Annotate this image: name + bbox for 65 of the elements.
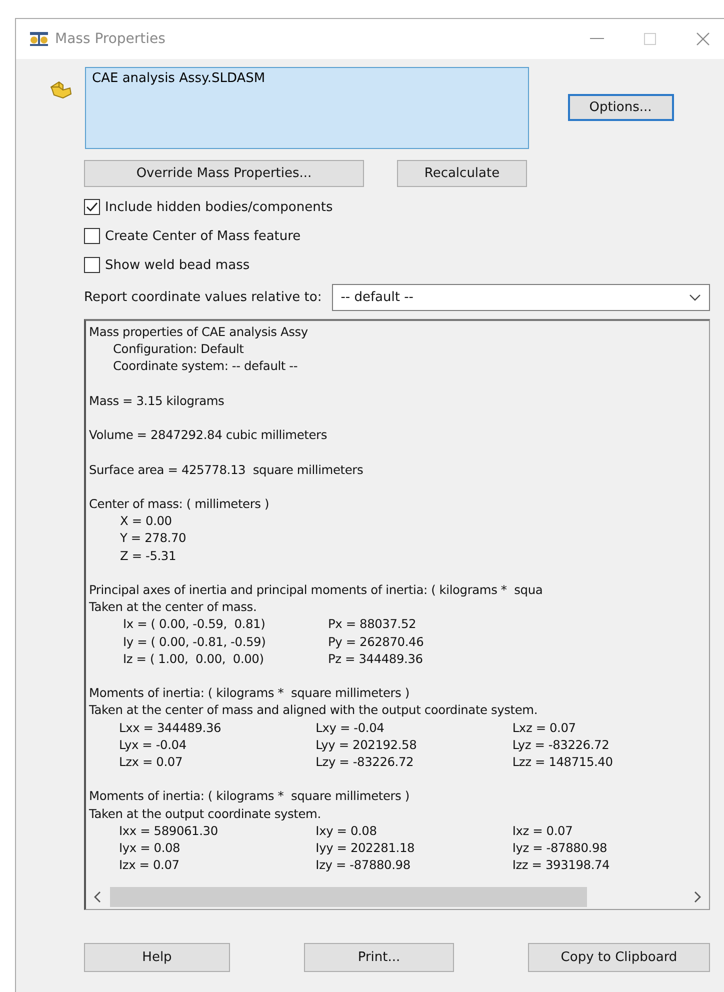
dialog-button[interactable]: Help	[84, 943, 230, 972]
report-value: Lxy = -0.04	[316, 720, 386, 737]
report-value: Izz = 393198.74	[512, 857, 611, 874]
report-value: Px = 88037.52	[328, 616, 418, 634]
report-value: Lyz = -83226.72	[512, 736, 610, 754]
override-button[interactable]: Override Mass Properties...	[84, 160, 364, 187]
report-line: Coordinate system: -- default --	[112, 358, 299, 376]
report-line: Taken at the center of mass.	[89, 599, 258, 616]
report-value: Pz = 344489.36	[328, 650, 424, 668]
report-line: Moments of inertia: ( kilograms * square millimeters )	[89, 685, 410, 702]
checkbox-label: Include hidden bodies/components	[105, 200, 333, 214]
options-button[interactable]: Options...	[568, 94, 674, 121]
dialog-button[interactable]: Copy to Clipboard	[528, 943, 710, 972]
report-value: Lzy = -83226.72	[316, 754, 415, 771]
recalculate-button[interactable]: Recalculate	[397, 160, 527, 187]
report-value: Py = 262870.46	[328, 634, 425, 651]
report-value: Izy = -87880.98	[316, 857, 412, 874]
scale-icon	[29, 31, 49, 47]
report-line: Principal axes of inertia and principal moments of inertia: ( kilograms * squa	[89, 582, 544, 599]
report-value: Iyz = -87880.98	[512, 840, 608, 857]
report-value: Y = 278.70	[119, 530, 188, 548]
close-icon[interactable]	[696, 32, 710, 46]
part-icon	[50, 81, 72, 99]
checkbox[interactable]	[84, 199, 100, 215]
coordinate-dropdown[interactable]: -- default --	[332, 284, 710, 311]
report-value: Lyy = 202192.58	[316, 736, 418, 754]
report-value: Iy = ( 0.00, -0.81, -0.59)	[122, 634, 267, 651]
report-line: Mass = 3.15 kilograms	[89, 392, 226, 410]
report-line: Configuration: Default	[112, 341, 245, 358]
report-line: Surface area = 425778.13 square millimeters	[89, 462, 364, 479]
checkbox[interactable]	[84, 257, 100, 273]
scrollbar-thumb[interactable]	[110, 887, 588, 907]
list-item[interactable]: CAE analysis Assy.SLDASM	[92, 71, 522, 86]
report-value: X = 0.00	[119, 513, 173, 530]
report-line: Moments of inertia: ( kilograms * square millimeters )	[89, 788, 410, 806]
report-value: Lxz = 0.07	[512, 720, 577, 737]
report-value: Iz = ( 1.00, 0.00, 0.00)	[122, 650, 265, 668]
chevron-down-icon	[689, 294, 701, 302]
window-title: Mass Properties	[55, 31, 166, 47]
report-value: Iyx = 0.08	[119, 840, 182, 857]
report-value: Ix = ( 0.00, -0.59, 0.81)	[122, 616, 266, 634]
scroll-right-icon[interactable]	[693, 891, 701, 903]
coordinate-label: Report coordinate values relative to:	[84, 290, 322, 305]
report-line: Volume = 2847292.84 cubic millimeters	[89, 427, 328, 444]
minimize-icon[interactable]	[590, 38, 604, 40]
report-value: Lxx = 344489.36	[119, 720, 222, 737]
report-line: Mass properties of CAE analysis Assy	[89, 324, 309, 341]
checkbox-label: Create Center of Mass feature	[105, 228, 301, 244]
report-value: Ixy = 0.08	[316, 822, 378, 840]
report-value: Ixx = 589061.30	[119, 822, 219, 840]
dialog-button[interactable]: Print...	[304, 943, 454, 972]
report-line: Center of mass: ( millimeters )	[89, 496, 270, 513]
checkbox[interactable]	[84, 228, 100, 244]
report-value: Z = -5.31	[119, 548, 178, 565]
report-value: Lzz = 148715.40	[512, 754, 614, 771]
report-value: Lyx = -0.04	[119, 736, 188, 754]
report-value: Lzx = 0.07	[119, 754, 184, 771]
selection-list[interactable]: CAE analysis Assy.SLDASM	[85, 67, 529, 149]
report-line: Taken at the center of mass and aligned with the output coordinate system.	[89, 702, 539, 720]
report-value: Izx = 0.07	[119, 857, 180, 874]
report-value: Ixz = 0.07	[512, 822, 574, 840]
report-line: Taken at the output coordinate system.	[89, 806, 322, 823]
scroll-left-icon[interactable]	[94, 891, 102, 903]
report-value: Iyy = 202281.18	[316, 840, 416, 857]
checkbox-label: Show weld bead mass	[105, 258, 250, 272]
